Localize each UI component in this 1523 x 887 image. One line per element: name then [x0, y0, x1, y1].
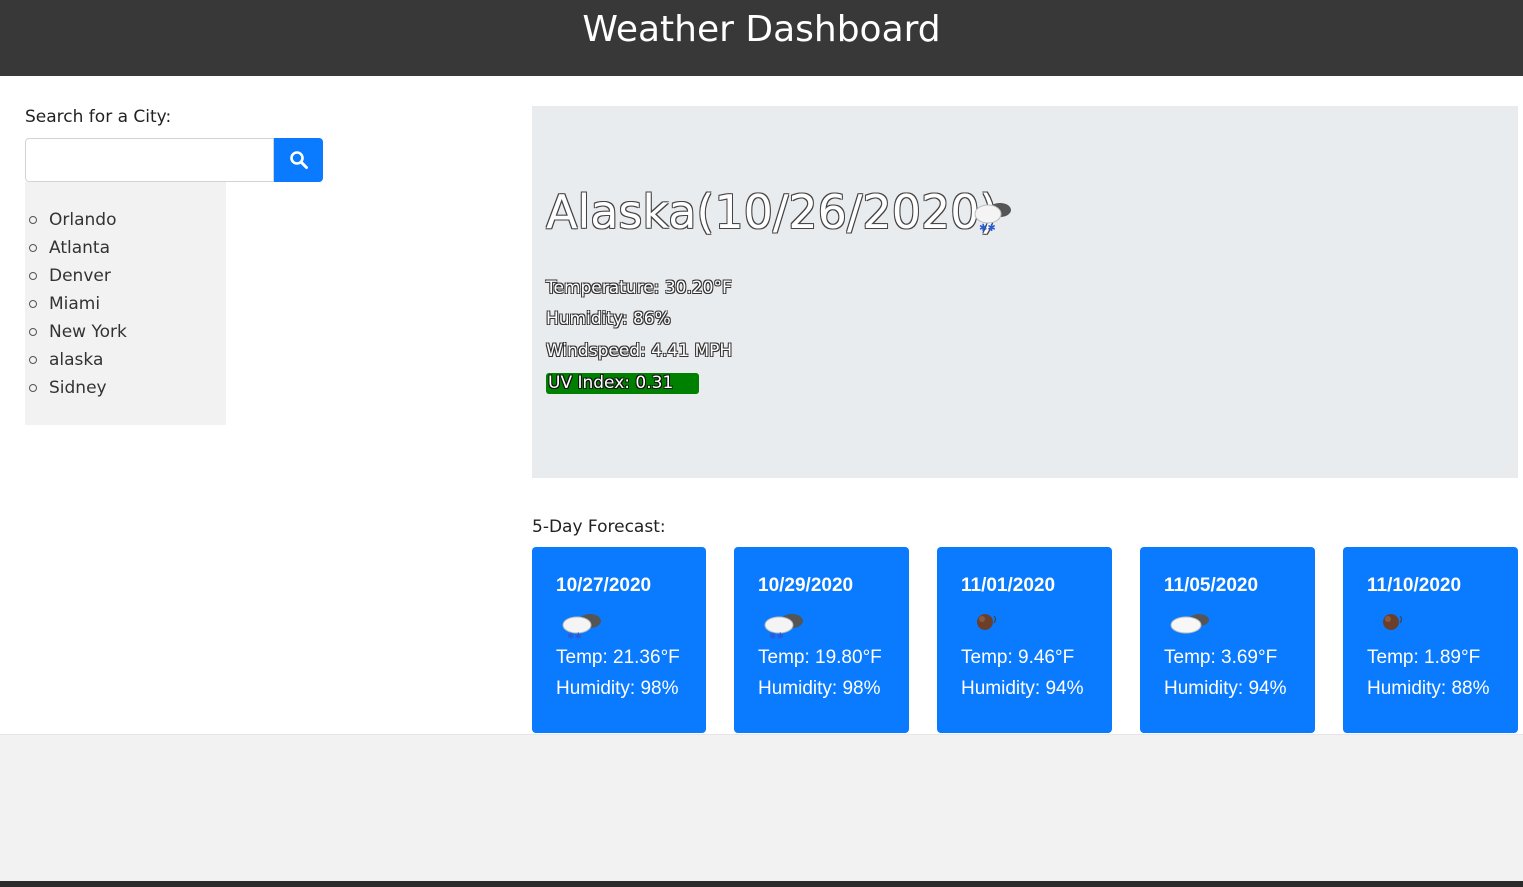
cloudy-icon [1170, 614, 1209, 634]
snow-cloud-icon: ✱✱ [974, 203, 1011, 234]
forecast-humidity: Humidity: 94% [961, 678, 1084, 699]
current-city-title: Alaska(10/26/2020) [546, 185, 998, 239]
forecast-date: 11/05/2020 [1164, 575, 1259, 596]
forecast-date: 10/27/2020 [556, 575, 652, 596]
uv-index-text: UV Index: 0.31 [548, 373, 674, 393]
footer-area [0, 734, 1523, 882]
forecast-temp: Temp: 21.36°F [556, 647, 680, 668]
forecast-humidity: Humidity: 98% [758, 678, 881, 699]
forecast-date: 10/29/2020 [758, 575, 854, 596]
snow-cloud-icon: ✱✱ [562, 614, 601, 642]
forecast-temp: Temp: 3.69°F [1164, 647, 1278, 668]
bullet-icon [29, 356, 37, 364]
forecast-label: 5-Day Forecast: [532, 517, 666, 537]
forecast-card: 11/05/2020 Temp: 3.69°F Humidity: 94% [1140, 547, 1315, 733]
bullet-icon [29, 328, 37, 336]
forecast-card: 11/10/2020 Temp: 1.89°F Humidity: 88% [1343, 547, 1518, 733]
forecast-temp: Temp: 19.80°F [758, 647, 882, 668]
forecast-card: 11/01/2020 Temp: 9.46°F Humidity: 94% [937, 547, 1112, 733]
uv-index-badge: UV Index: 0.31 [546, 373, 699, 394]
search-button[interactable] [274, 138, 323, 182]
page-title: Weather Dashboard [582, 9, 941, 50]
snow-cloud-icon: ✱✱ [764, 614, 803, 642]
bullet-icon [29, 384, 37, 392]
header-bar: Weather Dashboard [0, 0, 1523, 76]
bullet-icon [29, 300, 37, 308]
forecast-temp: Temp: 9.46°F [961, 647, 1075, 668]
bullet-icon [29, 216, 37, 224]
forecast-card: 10/29/2020 ✱✱ Temp: 19.80°F Humidity: 98… [734, 547, 909, 733]
search-icon [289, 151, 308, 169]
forecast-card: 10/27/2020 ✱✱ Temp: 21.36°F Humidity: 98… [532, 547, 706, 733]
current-temperature: Temperature: 30.20°F [546, 278, 732, 298]
svg-text:✱✱: ✱✱ [567, 632, 582, 642]
svg-text:✱✱: ✱✱ [979, 223, 996, 234]
forecast-humidity: Humidity: 98% [556, 678, 679, 699]
forecast-humidity: Humidity: 88% [1367, 678, 1490, 699]
forecast-date: 11/10/2020 [1367, 575, 1462, 596]
forecast-date: 11/01/2020 [961, 575, 1056, 596]
bullet-icon [29, 244, 37, 252]
current-humidity: Humidity: 86% [546, 309, 671, 329]
current-windspeed: Windspeed: 4.41 MPH [546, 341, 733, 361]
current-weather-panel: Alaska(10/26/2020) ✱✱ Temperature: 30.20… [532, 106, 1518, 478]
svg-text:✱✱: ✱✱ [769, 632, 784, 642]
clear-night-icon [1383, 614, 1403, 630]
footer-bar [0, 881, 1523, 887]
forecast-humidity: Humidity: 94% [1164, 678, 1287, 699]
forecast-temp: Temp: 1.89°F [1367, 647, 1481, 668]
clear-night-icon [977, 614, 997, 630]
search-history-list: Orlando Atlanta Denver Miami New York al… [25, 182, 226, 425]
city-search-input[interactable] [25, 138, 274, 182]
bullet-icon [29, 272, 37, 280]
search-label: Search for a City: [25, 107, 172, 127]
